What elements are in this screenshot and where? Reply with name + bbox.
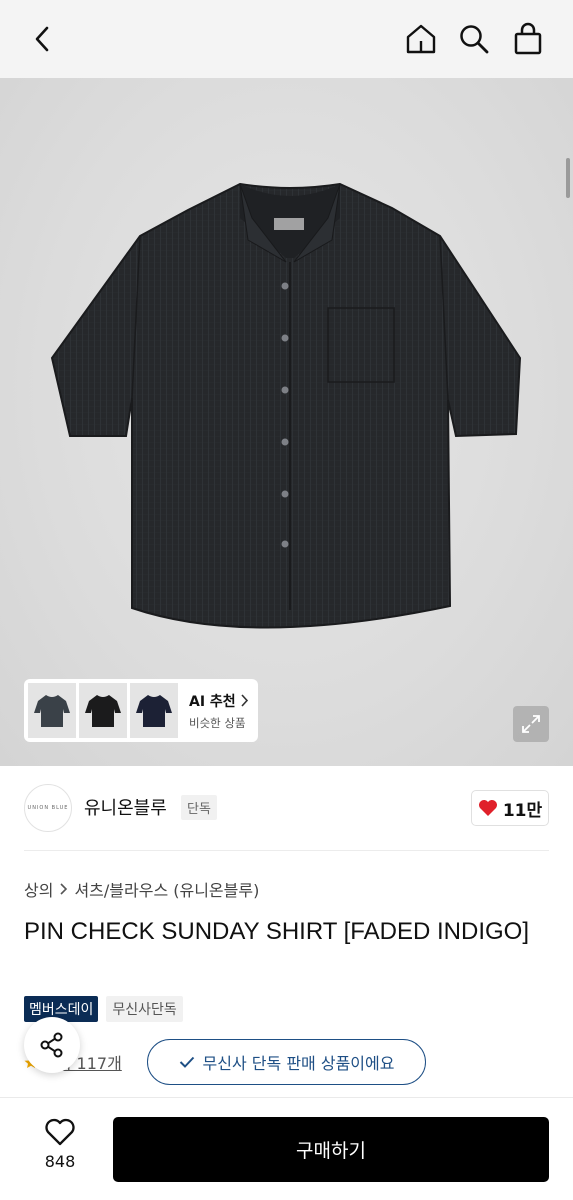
recommendation-thumbnail[interactable] [130,683,178,738]
toast-text: 무신사 단독 판매 상품이에요 [202,1054,395,1073]
bottom-action-bar: 848 구매하기 [0,1097,573,1200]
brand-like-count: 11만 [502,800,543,821]
search-icon [460,25,489,54]
musinsa-exclusive-tag: 무신사단독 [106,996,183,1022]
wishlist-button[interactable]: 848 [24,1118,96,1171]
brand-row: UNION BLUE 유니온블루 단독 11만 [24,784,549,832]
shirt-thumbnail-icon [34,694,70,727]
search-button[interactable] [454,19,494,59]
shirt-thumbnail-icon [85,694,121,727]
heart-outline-icon [45,1118,75,1146]
share-icon [40,1032,63,1058]
ai-title-label: AI 추천 [189,693,236,710]
back-button[interactable] [22,19,62,59]
buy-button[interactable]: 구매하기 [113,1117,549,1182]
exclusive-toast: 무신사 단독 판매 상품이에요 [147,1039,426,1085]
expand-image-button[interactable] [513,706,549,742]
ai-recommendation-panel[interactable]: AI 추천 비슷한 상품 [24,679,258,742]
heart-filled-icon [478,800,497,816]
recommendation-thumbnail[interactable] [79,683,127,738]
chevron-left-icon [35,26,49,52]
product-title: PIN CHECK SUNDAY SHIRT [FADED INDIGO] [24,918,529,945]
product-image[interactable] [0,78,573,766]
scrollbar[interactable] [566,158,570,198]
recommendation-thumbnail[interactable] [28,683,76,738]
chevron-right-icon [60,883,68,895]
home-button[interactable] [401,19,441,59]
top-navigation-bar [0,0,573,78]
shirt-image [50,182,522,629]
ai-recommendation-text[interactable]: AI 추천 비슷한 상품 [189,691,249,731]
home-icon [406,24,436,54]
ai-recommendation-title: AI 추천 [189,691,249,711]
share-button[interactable] [24,1017,80,1073]
cart-button[interactable] [508,19,548,59]
brand-logo-text: UNION BLUE [27,805,69,811]
breadcrumb-subcategory[interactable]: 셔츠/블라우스 (유니온블루) [74,877,259,901]
divider [24,850,549,851]
brand-exclusive-tag: 단독 [181,795,217,820]
breadcrumb: 상의 셔츠/블라우스 (유니온블루) [24,877,259,901]
expand-icon [522,715,540,733]
shirt-thumbnail-icon [136,694,172,727]
brand-like-button[interactable]: 11만 [471,790,549,826]
breadcrumb-category[interactable]: 상의 [24,877,53,901]
shopping-bag-icon [514,22,542,55]
brand-name[interactable]: 유니온블루 [84,794,167,820]
check-icon [179,1056,194,1068]
chevron-right-icon [241,694,248,707]
wishlist-count: 848 [44,1152,76,1171]
ai-recommendation-subtitle: 비슷한 상품 [189,715,246,730]
brand-logo[interactable]: UNION BLUE [24,784,72,832]
